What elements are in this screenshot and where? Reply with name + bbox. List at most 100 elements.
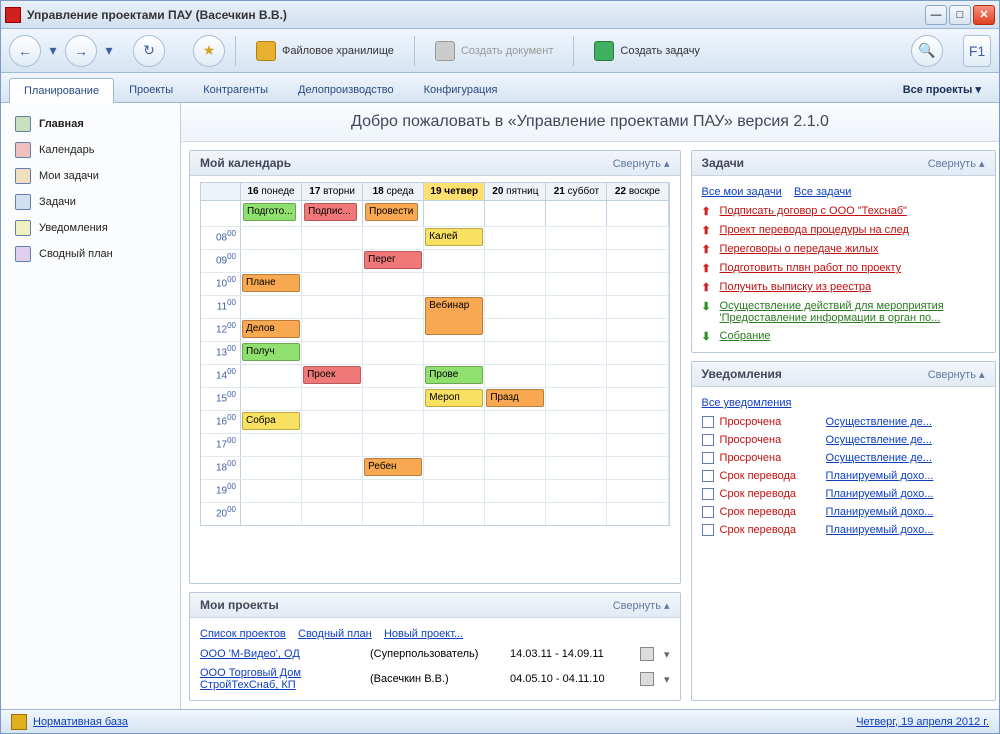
calendar-event[interactable]: Делов: [242, 320, 300, 338]
forward-dropdown[interactable]: ▾: [101, 35, 117, 67]
checkbox-icon[interactable]: [702, 452, 714, 464]
projects-collapse[interactable]: Свернуть ▴: [613, 599, 670, 612]
back-button[interactable]: ←: [9, 35, 41, 67]
notification-link[interactable]: Осуществление де...: [826, 452, 985, 464]
calendar-event[interactable]: Проек: [303, 366, 361, 384]
calendar-event[interactable]: Перег: [364, 251, 422, 269]
file-storage-button[interactable]: Файловое хранилище: [246, 37, 404, 65]
tab-paperwork[interactable]: Делопроизводство: [283, 77, 409, 102]
folder-icon: [256, 41, 276, 61]
day-header[interactable]: 22 воскре: [607, 183, 668, 200]
arrow-up-icon: ⬆: [702, 224, 714, 237]
normative-base-link[interactable]: Нормативная база: [33, 716, 128, 728]
calendar-event[interactable]: Получ: [242, 343, 300, 361]
help-button[interactable]: F1: [963, 35, 991, 67]
allday-event[interactable]: Подгото...: [243, 203, 296, 221]
tab-config[interactable]: Конфигурация: [409, 77, 513, 102]
checkbox-icon[interactable]: [702, 506, 714, 518]
sidebar-item-notifications[interactable]: Уведомления: [1, 215, 180, 241]
allday-event[interactable]: Провести: [365, 203, 418, 221]
tasks-title: Задачи: [702, 156, 928, 170]
tab-contractors[interactable]: Контрагенты: [188, 77, 283, 102]
minimize-button[interactable]: —: [925, 5, 947, 25]
day-header[interactable]: 17 вторни: [302, 183, 363, 200]
task-link[interactable]: Проект перевода процедуры на след: [720, 224, 985, 236]
calendar-event[interactable]: Плане: [242, 274, 300, 292]
back-dropdown[interactable]: ▾: [45, 35, 61, 67]
notification-status: Срок перевода: [720, 470, 820, 482]
project-list-link[interactable]: Список проектов: [200, 628, 286, 640]
notification-status: Просрочена: [720, 434, 820, 446]
tasks-mine-link[interactable]: Все мои задачи: [702, 186, 782, 198]
chevron-down-icon[interactable]: ▾: [664, 673, 670, 686]
statusbar-date[interactable]: Четверг, 19 апреля 2012 г.: [856, 716, 989, 728]
checkbox-icon[interactable]: [702, 470, 714, 482]
hour-label: 1400: [201, 365, 241, 387]
notification-link[interactable]: Осуществление де...: [826, 416, 985, 428]
notifications-collapse[interactable]: Свернуть ▴: [928, 368, 985, 381]
sidebar-item-calendar[interactable]: Календарь: [1, 137, 180, 163]
maximize-button[interactable]: □: [949, 5, 971, 25]
notification-link[interactable]: Планируемый дохо...: [826, 470, 985, 482]
project-plan-link[interactable]: Сводный план: [298, 628, 372, 640]
calendar-event[interactable]: Калей: [425, 228, 483, 246]
notifications-all-link[interactable]: Все уведомления: [702, 397, 792, 409]
task-link[interactable]: Подготовить плвн работ по проекту: [720, 262, 985, 274]
task-row: ⬆ Получить выписку из реестра: [702, 278, 985, 297]
day-header[interactable]: 18 среда: [363, 183, 424, 200]
bell-icon: [15, 220, 31, 236]
calendar-event[interactable]: Ребен: [364, 458, 422, 476]
search-button[interactable]: 🔍: [911, 35, 943, 67]
checkbox-icon[interactable]: [702, 434, 714, 446]
arrow-up-icon: ⬆: [702, 281, 714, 294]
sidebar-item-tasks[interactable]: Задачи: [1, 189, 180, 215]
project-new-link[interactable]: Новый проект...: [384, 628, 463, 640]
notification-link[interactable]: Осуществление де...: [826, 434, 985, 446]
tab-planning[interactable]: Планирование: [9, 78, 114, 103]
favorites-button[interactable]: ★: [193, 35, 225, 67]
create-doc-button[interactable]: Создать документ: [425, 37, 564, 65]
tasks-collapse[interactable]: Свернуть ▴: [928, 157, 985, 170]
allday-event[interactable]: Подпис...: [304, 203, 357, 221]
chart-icon[interactable]: [640, 647, 654, 661]
close-button[interactable]: ✕: [973, 5, 995, 25]
sidebar-item-plan[interactable]: Сводный план: [1, 241, 180, 267]
create-task-button[interactable]: Создать задачу: [584, 37, 710, 65]
chart-icon[interactable]: [640, 672, 654, 686]
tab-bar: Планирование Проекты Контрагенты Делопро…: [1, 73, 999, 103]
day-header[interactable]: 19 четвер: [424, 183, 485, 200]
task-link[interactable]: Осуществление действий для мероприятия '…: [720, 300, 985, 324]
tab-projects[interactable]: Проекты: [114, 77, 188, 102]
app-icon: [5, 7, 21, 23]
project-dates: 04.05.10 - 04.11.10: [510, 673, 630, 685]
chevron-down-icon[interactable]: ▾: [664, 648, 670, 661]
task-link[interactable]: Собрание: [720, 330, 985, 342]
project-name-link[interactable]: ООО Торговый Дом СтройТехСнаб, КП: [200, 667, 360, 691]
calendar-event[interactable]: Мероп: [425, 389, 483, 407]
hour-label: 1600: [201, 411, 241, 433]
notification-link[interactable]: Планируемый дохо...: [826, 524, 985, 536]
day-header[interactable]: 20 пятниц: [485, 183, 546, 200]
day-header[interactable]: 16 понеде: [241, 183, 302, 200]
notification-link[interactable]: Планируемый дохо...: [826, 506, 985, 518]
project-name-link[interactable]: ООО 'М-Видео', ОД: [200, 648, 360, 660]
calendar-event[interactable]: Прове: [425, 366, 483, 384]
task-link[interactable]: Получить выписку из реестра: [720, 281, 985, 293]
sidebar-item-home[interactable]: Главная: [1, 111, 180, 137]
task-link[interactable]: Подписать договор с ООО "Техснаб": [720, 205, 985, 217]
forward-button[interactable]: →: [65, 35, 97, 67]
tasks-all-link[interactable]: Все задачи: [794, 186, 851, 198]
refresh-button[interactable]: ↻: [133, 35, 165, 67]
sidebar-item-mytasks[interactable]: Мои задачи: [1, 163, 180, 189]
day-header[interactable]: 21 суббот: [546, 183, 607, 200]
checkbox-icon[interactable]: [702, 524, 714, 536]
calendar-event[interactable]: Празд: [486, 389, 544, 407]
calendar-event[interactable]: Собра: [242, 412, 300, 430]
calendar-collapse[interactable]: Свернуть ▴: [613, 157, 670, 170]
notification-link[interactable]: Планируемый дохо...: [826, 488, 985, 500]
hour-label: 0900: [201, 250, 241, 272]
all-projects-dropdown[interactable]: Все проекты ▾: [893, 77, 991, 102]
checkbox-icon[interactable]: [702, 416, 714, 428]
checkbox-icon[interactable]: [702, 488, 714, 500]
task-link[interactable]: Переговоры о передаче жилых: [720, 243, 985, 255]
